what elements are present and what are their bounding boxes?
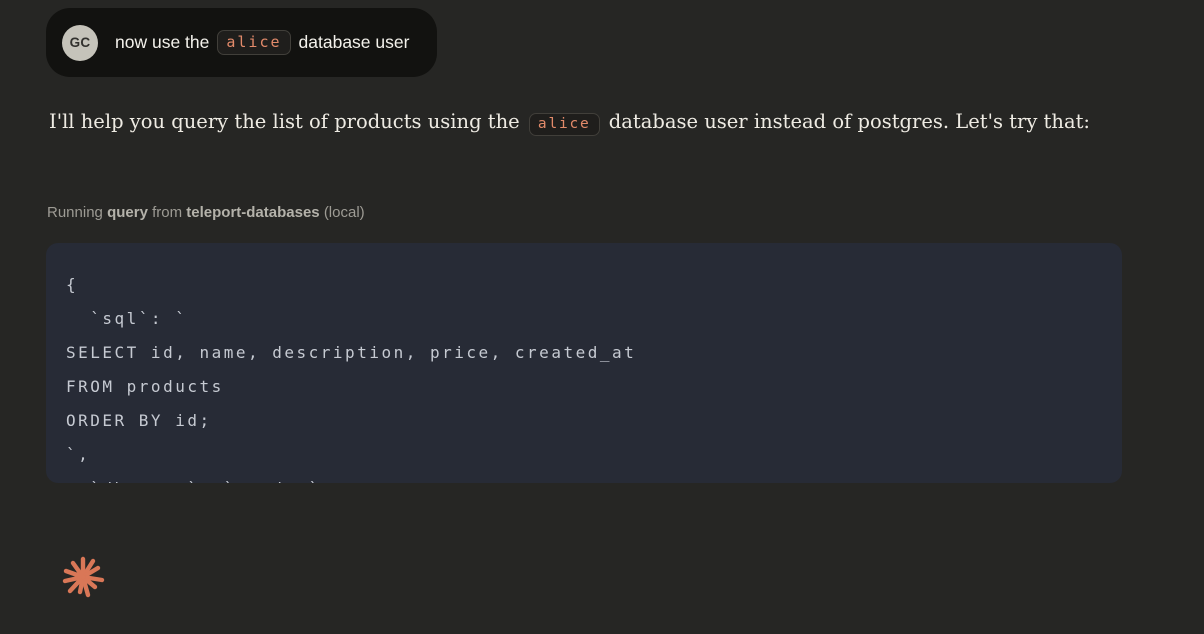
code-line: {: [66, 268, 1100, 302]
tool-call-connector: from: [152, 204, 182, 221]
code-line: SELECT id, name, description, price, cre…: [66, 336, 1100, 370]
user-message-text-before: now use the: [115, 32, 209, 53]
user-message-text: now use the alice database user: [115, 30, 409, 55]
inline-code-chip: alice: [217, 30, 290, 55]
tool-call-scope: (local): [324, 204, 365, 221]
code-line: FROM products: [66, 370, 1100, 404]
chat-conversation: GC now use the alice database user I'll …: [0, 0, 1204, 634]
tool-input-code-block[interactable]: { `sql`: ` SELECT id, name, description,…: [46, 243, 1122, 483]
tool-call-server: teleport-databases: [186, 204, 319, 221]
code-line: `sql`: `: [66, 302, 1100, 336]
tool-call-prefix: Running: [47, 204, 103, 221]
code-line: ORDER BY id;: [66, 404, 1100, 438]
inline-code-chip: alice: [529, 113, 600, 136]
claude-spark-icon: [57, 551, 109, 603]
code-line: `db_name`: `pg_dev`: [66, 472, 1100, 483]
avatar: GC: [62, 25, 98, 61]
tool-call-header[interactable]: Running query from teleport-databases (l…: [47, 204, 365, 221]
assistant-text-before: I'll help you query the list of products…: [49, 110, 520, 133]
code-line: `,: [66, 438, 1100, 472]
assistant-text-after: database user instead of postgres. Let's…: [609, 110, 1090, 133]
user-message-bubble: GC now use the alice database user: [46, 8, 437, 77]
assistant-message-text: I'll help you query the list of products…: [49, 102, 1109, 144]
tool-call-name: query: [107, 204, 148, 221]
user-message-text-after: database user: [299, 32, 410, 53]
